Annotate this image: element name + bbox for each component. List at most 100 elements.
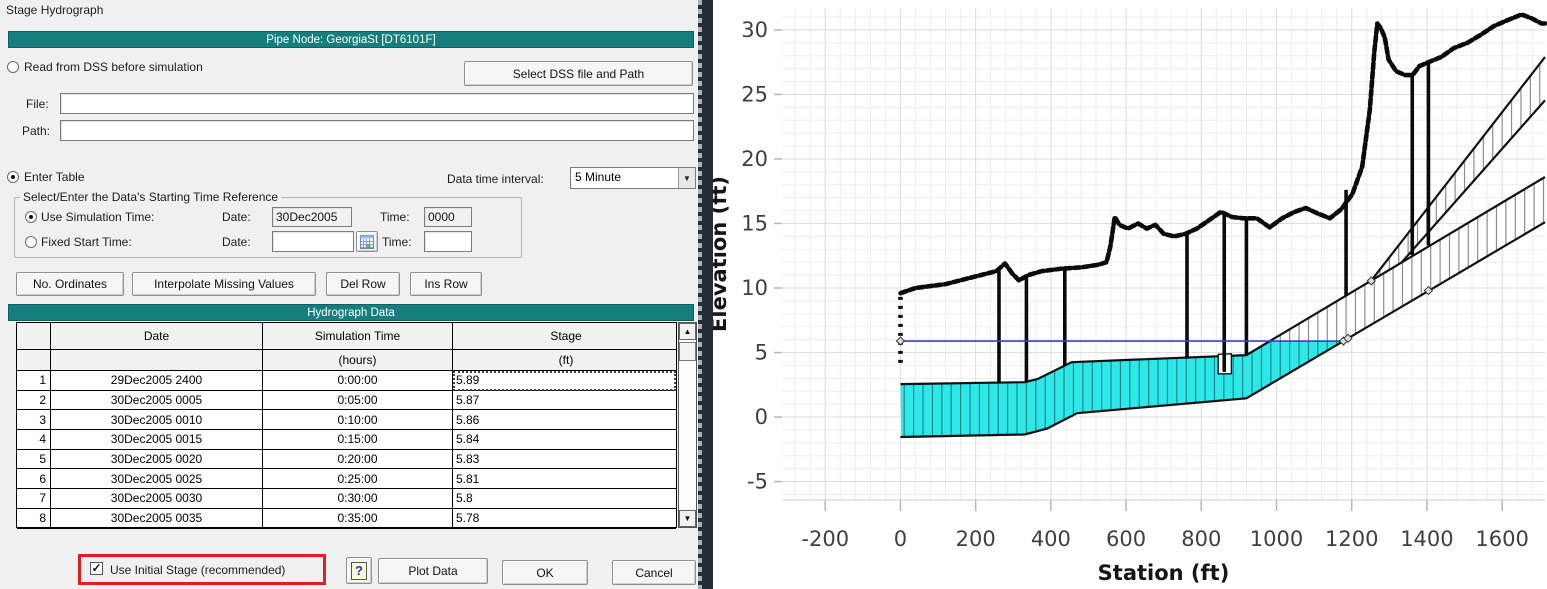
stage-hydrograph-dialog: Stage Hydrograph Pipe Node: GeorgiaSt [D…	[0, 0, 700, 589]
table-row: 830Dec2005 00350:35:005.78	[17, 509, 676, 529]
cell-stage[interactable]: 5.8	[453, 489, 676, 509]
cell-date[interactable]: 30Dec2005 0030	[51, 489, 263, 509]
cell-simulation-time[interactable]: 0:10:00	[263, 410, 453, 430]
cell-stage[interactable]: 5.89	[453, 371, 676, 391]
plot-data-button[interactable]: Plot Data	[378, 558, 488, 584]
use-simulation-time-radio[interactable]	[25, 211, 37, 223]
read-from-dss-radio[interactable]	[7, 61, 19, 73]
help-icon: ?	[351, 562, 367, 580]
use-initial-stage-checkbox[interactable]: ✓	[90, 562, 103, 575]
cell-stage[interactable]: 5.83	[453, 450, 676, 470]
time-reference-group-label: Select/Enter the Data's Starting Time Re…	[20, 190, 281, 204]
sim-time-field[interactable]: 0000	[424, 207, 472, 227]
cell-date[interactable]: 30Dec2005 0025	[51, 469, 263, 489]
ins-row-button[interactable]: Ins Row	[410, 272, 482, 296]
interpolate-missing-values-button[interactable]: Interpolate Missing Values	[132, 272, 316, 296]
fixed-date-input[interactable]	[272, 231, 354, 252]
svg-text:Station (ft): Station (ft)	[1098, 561, 1230, 585]
data-time-interval-value: 5 Minute	[571, 168, 678, 188]
row-number: 1	[17, 371, 51, 391]
svg-text:-5: -5	[747, 470, 768, 494]
file-label: File:	[26, 97, 49, 111]
cancel-button[interactable]: Cancel	[612, 560, 696, 585]
file-input[interactable]	[60, 93, 694, 114]
cell-simulation-time[interactable]: 0:25:00	[263, 469, 453, 489]
table-row: 230Dec2005 00050:05:005.87	[17, 391, 676, 411]
cell-simulation-time[interactable]: 0:05:00	[263, 391, 453, 411]
row-number: 3	[17, 410, 51, 430]
svg-text:10: 10	[741, 276, 768, 300]
table-row: 330Dec2005 00100:10:005.86	[17, 410, 676, 430]
svg-text:1000: 1000	[1250, 527, 1303, 551]
hydrograph-data-bar: Hydrograph Data	[8, 304, 694, 321]
use-simulation-time-label: Use Simulation Time:	[41, 210, 154, 224]
fixed-start-time-radio[interactable]	[25, 236, 37, 248]
enter-table-label: Enter Table	[24, 170, 85, 184]
col-header-date: Date	[51, 323, 263, 350]
svg-text:30: 30	[741, 18, 768, 42]
svg-text:0: 0	[894, 527, 907, 551]
station-elevation-plot: -20002004006008001000120014001600-505101…	[700, 0, 1547, 589]
table-scrollbar[interactable]: ▲ ▼	[678, 322, 697, 528]
cell-date[interactable]: 30Dec2005 0035	[51, 509, 263, 529]
svg-text:600: 600	[1106, 527, 1146, 551]
svg-text:1200: 1200	[1325, 527, 1378, 551]
select-dss-button[interactable]: Select DSS file and Path	[464, 61, 693, 86]
col-header-blank	[17, 323, 51, 350]
svg-text:5: 5	[755, 341, 768, 365]
row-number: 8	[17, 509, 51, 529]
scroll-down-icon[interactable]: ▼	[679, 510, 696, 527]
help-button[interactable]: ?	[346, 557, 372, 584]
cell-date[interactable]: 30Dec2005 0005	[51, 391, 263, 411]
scrollbar-thumb[interactable]	[679, 342, 696, 361]
svg-text:20: 20	[741, 147, 768, 171]
fixed-time-label: Time:	[382, 235, 412, 249]
unit-ft: (ft)	[453, 350, 676, 371]
cell-stage[interactable]: 5.78	[453, 509, 676, 529]
node-header-bar: Pipe Node: GeorgiaSt [DT6101F]	[8, 31, 694, 48]
cell-stage[interactable]: 5.84	[453, 430, 676, 450]
hydrograph-data-text: Hydrograph Data	[307, 307, 395, 319]
enter-table-radio[interactable]	[7, 171, 19, 183]
cell-stage[interactable]: 5.81	[453, 469, 676, 489]
node-header-text: Pipe Node: GeorgiaSt [DT6101F]	[266, 34, 435, 46]
row-number: 2	[17, 391, 51, 411]
data-time-interval-dropdown[interactable]: 5 Minute ▼	[570, 167, 696, 189]
svg-text:1400: 1400	[1400, 527, 1453, 551]
cell-date[interactable]: 30Dec2005 0015	[51, 430, 263, 450]
screen: Stage Hydrograph Pipe Node: GeorgiaSt [D…	[0, 0, 1547, 589]
sim-time-label: Time:	[380, 210, 410, 224]
cell-simulation-time[interactable]: 0:00:00	[263, 371, 453, 391]
table-row: 630Dec2005 00250:25:005.81	[17, 469, 676, 489]
no-ordinates-button[interactable]: No. Ordinates	[16, 272, 124, 296]
sim-date-label: Date:	[222, 210, 251, 224]
cell-simulation-time[interactable]: 0:30:00	[263, 489, 453, 509]
cell-date[interactable]: 30Dec2005 0020	[51, 450, 263, 470]
cell-date[interactable]: 30Dec2005 0010	[51, 410, 263, 430]
svg-text:400: 400	[1031, 527, 1071, 551]
calendar-button[interactable]	[356, 231, 378, 252]
svg-text:-200: -200	[801, 527, 849, 551]
calendar-icon	[360, 235, 374, 249]
cell-simulation-time[interactable]: 0:35:00	[263, 509, 453, 529]
profile-chart: -20002004006008001000120014001600-505101…	[700, 0, 1547, 589]
use-initial-stage-label: Use Initial Stage (recommended)	[110, 563, 285, 577]
ok-button[interactable]: OK	[502, 560, 588, 585]
cell-simulation-time[interactable]: 0:15:00	[263, 430, 453, 450]
cell-stage[interactable]: 5.87	[453, 391, 676, 411]
window-divider	[698, 0, 713, 589]
chevron-down-icon[interactable]: ▼	[678, 168, 695, 188]
cell-stage[interactable]: 5.86	[453, 410, 676, 430]
table-row: 430Dec2005 00150:15:005.84	[17, 430, 676, 450]
path-input[interactable]	[60, 120, 694, 141]
row-number: 4	[17, 430, 51, 450]
read-from-dss-label: Read from DSS before simulation	[24, 60, 203, 74]
fixed-time-input[interactable]	[424, 231, 472, 252]
sim-date-field[interactable]: 30Dec2005	[272, 207, 352, 227]
cell-date[interactable]: 29Dec2005 2400	[51, 371, 263, 391]
scroll-up-icon[interactable]: ▲	[679, 323, 696, 340]
cell-simulation-time[interactable]: 0:20:00	[263, 450, 453, 470]
svg-text:0: 0	[755, 405, 768, 429]
del-row-button[interactable]: Del Row	[326, 272, 400, 296]
svg-text:200: 200	[956, 527, 996, 551]
